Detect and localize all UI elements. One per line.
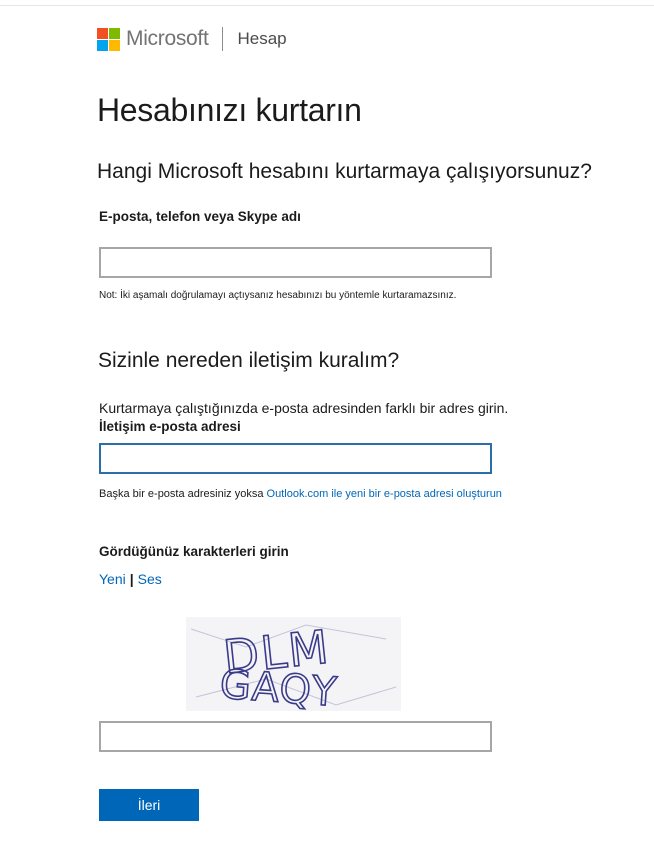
captcha-text-line-2: GAQY (218, 662, 339, 711)
microsoft-logo-icon (97, 27, 120, 51)
create-outlook-email-link[interactable]: Outlook.com ile yeni bir e-posta adresi … (267, 488, 502, 500)
two-step-note: Not: İki aşamalı doğrulamayı açtıysanız … (99, 290, 457, 301)
top-border (0, 0, 654, 6)
captcha-image: DLM GAQY (186, 617, 401, 717)
captcha-options: Yeni | Ses (99, 571, 162, 587)
account-input[interactable] (99, 247, 492, 278)
page-subtitle: Hangi Microsoft hesabını kurtarmaya çalı… (97, 160, 592, 183)
header-section-title: Hesap (237, 29, 287, 48)
contact-section-heading: Sizinle nereden iletişim kuralım? (98, 349, 400, 372)
contact-instruction: Kurtarmaya çalıştığınızda e-posta adresi… (99, 400, 509, 416)
account-field-label: E-posta, telefon veya Skype adı (99, 209, 301, 224)
create-email-help-text: Başka bir e-posta adresiniz yoksa (99, 488, 267, 500)
captcha-label: Gördüğünüz karakterleri girin (99, 544, 289, 559)
next-button[interactable]: İleri (99, 789, 199, 821)
header: Microsoft Hesap (97, 26, 287, 52)
contact-email-label: İletişim e-posta adresi (99, 419, 241, 434)
brand-name: Microsoft (126, 27, 209, 50)
captcha-audio-link[interactable]: Ses (138, 571, 162, 587)
captcha-svg: DLM GAQY (190, 619, 397, 717)
captcha-input[interactable] (99, 721, 492, 752)
header-divider (222, 27, 224, 51)
contact-email-input[interactable] (99, 443, 492, 474)
create-email-help: Başka bir e-posta adresiniz yoksa Outloo… (99, 488, 502, 500)
page-title: Hesabınızı kurtarın (97, 92, 362, 128)
captcha-new-link[interactable]: Yeni (99, 571, 126, 587)
captcha-separator: | (129, 571, 134, 587)
